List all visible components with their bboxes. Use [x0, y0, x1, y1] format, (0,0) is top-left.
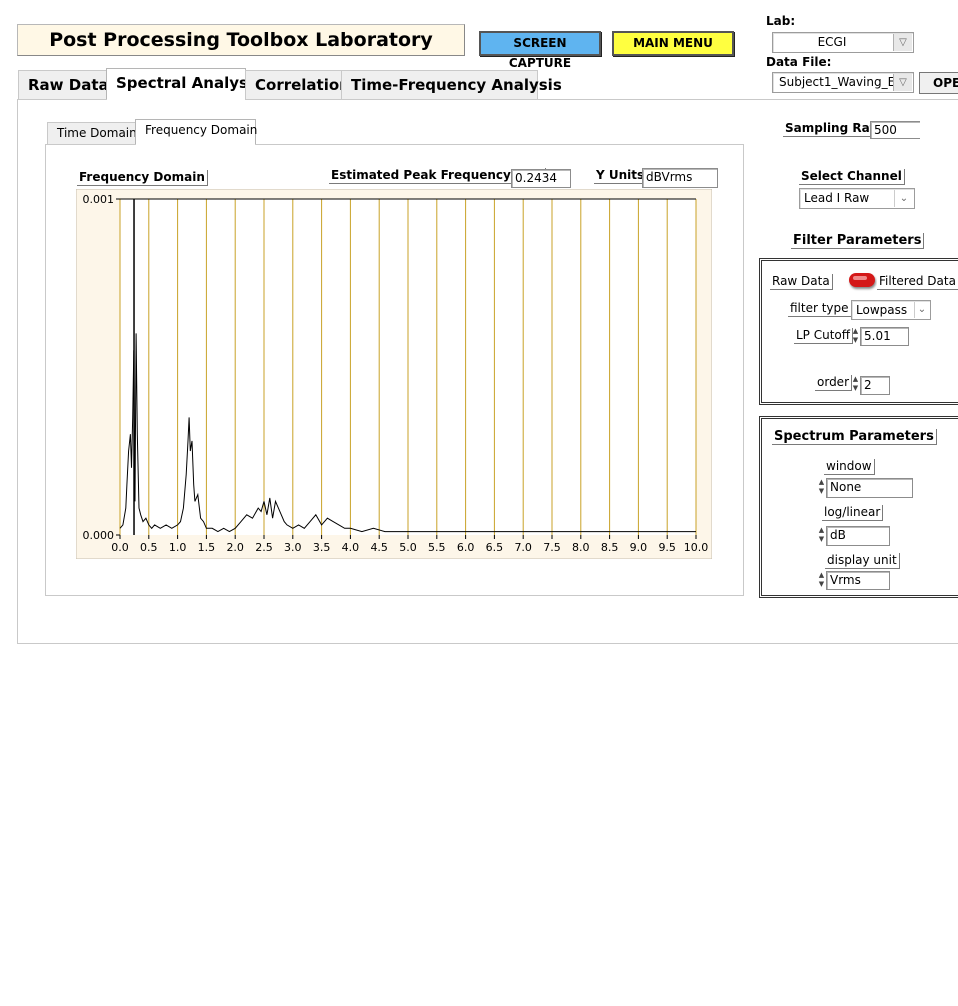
filter-toggle-switch[interactable]: [849, 273, 875, 287]
order-input[interactable]: 2: [860, 376, 890, 395]
x-tick-label: 0.0: [111, 541, 129, 554]
window-select[interactable]: None: [826, 478, 913, 498]
channel-select[interactable]: Lead I Raw ⌄: [799, 188, 915, 209]
tab-time-domain[interactable]: Time Domain: [47, 122, 137, 144]
tab-active-gap: [107, 98, 245, 101]
frequency-domain-chart[interactable]: 0.0 0.5 1.0 1.5 2.0 2.5 3.0 3.5 4.0 4.5 5.0 5.5 6.0 6…: [76, 189, 712, 559]
subtab-active-gap: [136, 143, 255, 146]
spectrum-parameters-label: Spectrum Parameters: [772, 429, 937, 445]
toggle-highlight-icon: [853, 276, 867, 280]
tab-spectral-analysis[interactable]: Spectral Analysis: [106, 68, 262, 100]
lp-cutoff-stepper[interactable]: ▲ ▼: [852, 327, 859, 347]
chevron-down-icon[interactable]: ⌄: [914, 302, 929, 318]
raw-data-label: Raw Data: [770, 274, 833, 290]
x-tick-label: 5.5: [428, 541, 446, 554]
tab-correlation-label: Correlation: [255, 76, 350, 94]
chevron-down-icon[interactable]: ▽: [893, 74, 912, 91]
app-title-box: Post Processing Toolbox Laboratory: [17, 24, 465, 56]
y-tick-label: 0.001: [83, 193, 115, 206]
y-tick-label: 0.000: [83, 529, 115, 542]
filtered-data-label: Filtered Data: [877, 274, 958, 290]
x-tick-label: 3.5: [313, 541, 331, 554]
x-tick-label: 6.5: [486, 541, 504, 554]
lab-label: Lab:: [766, 14, 796, 28]
filter-type-select[interactable]: Lowpass ⌄: [851, 300, 931, 320]
tab-time-domain-label: Time Domain: [57, 126, 137, 140]
chevron-down-icon[interactable]: ▽: [893, 34, 912, 51]
open-button-label: OPEN: [933, 76, 958, 90]
sampling-rate-value: 500: [870, 121, 920, 139]
main-menu-button[interactable]: MAIN MENU: [612, 31, 734, 56]
x-tick-label: 1.0: [169, 541, 187, 554]
tab-raw-data-label: Raw Data: [28, 76, 109, 94]
log-linear-stepper[interactable]: ▲ ▼: [818, 526, 825, 546]
tab-spectral-analysis-label: Spectral Analysis: [116, 74, 262, 92]
x-tick-label: 10.0: [684, 541, 709, 554]
y-units-label: Y Units: [594, 168, 648, 184]
filter-parameters-label: Filter Parameters: [791, 233, 925, 249]
select-channel-label: Select Channel: [799, 169, 905, 185]
x-tick-label: 8.5: [601, 541, 619, 554]
lab-select-value: ECGI: [817, 35, 847, 49]
display-unit-select[interactable]: Vrms: [826, 571, 890, 590]
x-tick-label: 4.5: [370, 541, 388, 554]
x-tick-label: 2.5: [255, 541, 273, 554]
plot-title: Frequency Domain: [77, 170, 208, 186]
chevron-down-icon[interactable]: ⌄: [894, 190, 913, 207]
x-tick-label: 7.5: [543, 541, 561, 554]
x-tick-label: 1.5: [198, 541, 216, 554]
lab-select[interactable]: ECGI ▽: [772, 32, 914, 53]
tab-raw-data[interactable]: Raw Data: [18, 70, 109, 99]
x-tick-label: 6.0: [457, 541, 475, 554]
data-file-value: Subject1_Waving_EC: [779, 75, 904, 89]
log-linear-select[interactable]: dB: [826, 526, 890, 546]
x-tick-label: 9.0: [630, 541, 648, 554]
display-unit-stepper[interactable]: ▲ ▼: [818, 571, 825, 591]
display-unit-label: display unit: [825, 553, 900, 569]
x-tick-label: 2.0: [226, 541, 244, 554]
tab-time-frequency-label: Time-Frequency Analysis: [351, 76, 562, 94]
tab-time-frequency-analysis[interactable]: Time-Frequency Analysis: [341, 70, 562, 99]
tab-frequency-domain-label: Frequency Domain: [145, 123, 258, 137]
x-tick-label: 9.5: [658, 541, 676, 554]
data-file-label: Data File:: [766, 55, 832, 69]
x-tick-label: 4.0: [342, 541, 360, 554]
y-units-value: dBVrms: [642, 168, 718, 188]
tab-frequency-domain[interactable]: Frequency Domain: [135, 119, 258, 145]
open-button[interactable]: OPEN: [919, 72, 958, 94]
app-title: Post Processing Toolbox Laboratory: [49, 29, 433, 51]
lp-cutoff-input[interactable]: 5.01: [860, 327, 909, 346]
order-stepper[interactable]: ▲ ▼: [852, 375, 859, 395]
x-tick-label: 0.5: [140, 541, 158, 554]
data-file-select[interactable]: Subject1_Waving_EC ▽: [772, 72, 914, 93]
log-linear-label: log/linear: [822, 505, 884, 521]
screen-capture-button[interactable]: SCREEN CAPTURE: [479, 31, 601, 70]
x-tick-label: 3.0: [284, 541, 302, 554]
filter-type-label: filter type: [788, 301, 852, 317]
order-label: order: [815, 375, 852, 391]
window-label: window: [824, 459, 875, 475]
x-tick-label: 5.0: [399, 541, 417, 554]
x-tick-label: 8.0: [572, 541, 590, 554]
x-tick-label: 7.0: [514, 541, 532, 554]
window-stepper[interactable]: ▲ ▼: [818, 478, 825, 498]
tab-correlation[interactable]: Correlation: [245, 70, 350, 99]
lp-cutoff-label: LP Cutoff: [794, 328, 854, 344]
peak-frequency-value: 0.2434: [511, 169, 571, 188]
